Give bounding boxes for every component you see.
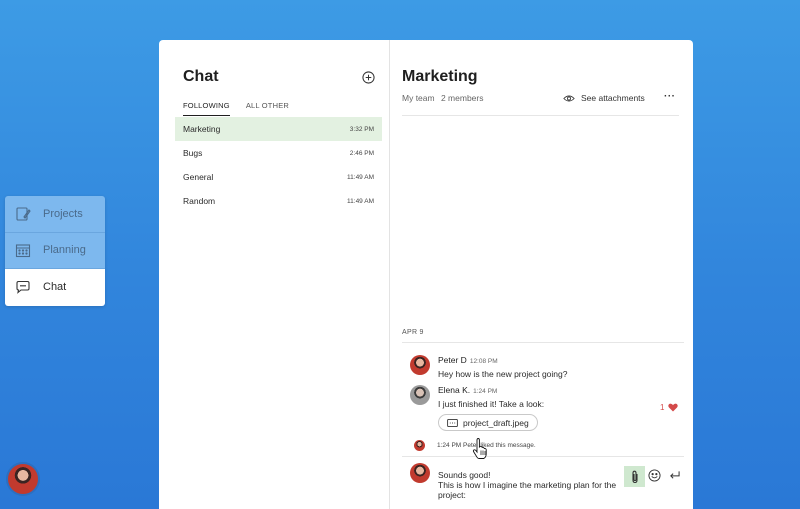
calendar-icon [15, 242, 31, 258]
conversation-meta: My team 2 members [402, 93, 487, 103]
channel-time: 2:46 PM [349, 149, 374, 157]
channel-tabs: FOLLOWING ALL OTHER [183, 101, 305, 116]
message-author: Peter D [438, 355, 467, 365]
divider [402, 456, 684, 457]
tab-all-other[interactable]: ALL OTHER [246, 101, 289, 116]
attach-file-button[interactable] [624, 466, 645, 487]
eye-icon [563, 95, 575, 101]
channel-time: 11:49 AM [347, 197, 374, 205]
avatar [414, 440, 425, 451]
compose-input[interactable]: Sounds good! This is how I imagine the m… [438, 470, 628, 500]
divider [402, 115, 679, 116]
chat-window: Chat FOLLOWING ALL OTHER Marketing 3:32 … [159, 40, 693, 509]
chat-bubble-icon [15, 279, 31, 295]
message-text: I just finished it! Take a look: [438, 399, 545, 409]
like-counter[interactable]: 1 [660, 403, 679, 412]
channel-item-marketing[interactable]: Marketing 3:32 PM [175, 117, 382, 141]
nav-label: Chat [43, 281, 67, 294]
image-file-icon [447, 418, 458, 427]
user-avatar[interactable] [6, 462, 40, 496]
conversation-pane: Marketing My team 2 members See attachme… [390, 40, 693, 509]
more-options-icon[interactable]: ··· [664, 91, 676, 102]
see-attachments-button[interactable]: See attachments [563, 93, 645, 103]
team-name[interactable]: My team [402, 93, 435, 103]
compose-line: This is how I imagine the marketing plan… [438, 480, 617, 500]
app-nav: Projects Planning Chat [5, 196, 105, 306]
message-author: Elena K. [438, 385, 471, 395]
compose-line: Sounds good! [438, 470, 491, 480]
avatar[interactable] [410, 385, 430, 405]
channel-item-bugs[interactable]: Bugs 2:46 PM [175, 141, 382, 165]
nav-label: Projects [43, 207, 83, 220]
like-count: 1 [660, 403, 665, 412]
channel-name: Marketing [183, 124, 221, 134]
nav-item-planning[interactable]: Planning [5, 232, 105, 269]
paperclip-icon [631, 470, 638, 483]
attachment-chip[interactable]: project_draft.jpeg [438, 414, 538, 431]
page-title: Chat [183, 68, 219, 85]
channel-item-random[interactable]: Random 11:49 AM [175, 189, 382, 213]
add-channel-icon[interactable] [362, 71, 375, 84]
date-separator: APR 9 [402, 329, 424, 336]
conversation-title: Marketing [402, 68, 478, 85]
emoji-icon[interactable] [648, 469, 661, 482]
send-enter-icon[interactable] [669, 470, 680, 480]
message-composer[interactable]: Sounds good! This is how I imagine the m… [410, 463, 628, 500]
channel-name: Bugs [183, 148, 203, 158]
channel-name: Random [183, 196, 216, 206]
nav-item-chat[interactable]: Chat [5, 269, 105, 306]
hand-cursor-icon [472, 438, 487, 459]
message-item: Elena K. 1:24 PM I just finished it! Take… [410, 385, 544, 432]
avatar [410, 463, 430, 483]
nav-item-projects[interactable]: Projects [5, 196, 105, 233]
message-time: 1:24 PM [473, 388, 498, 395]
tab-following[interactable]: FOLLOWING [183, 101, 230, 116]
member-count[interactable]: 2 members [441, 93, 484, 103]
channel-time: 3:32 PM [349, 125, 374, 133]
channel-list: Marketing 3:32 PM Bugs 2:46 PM General 1… [175, 117, 382, 213]
edit-icon [15, 206, 31, 222]
channel-name: General [183, 172, 214, 182]
divider [402, 342, 684, 343]
channel-time: 11:49 AM [347, 173, 374, 181]
message-text: Hey how is the new project going? [438, 369, 568, 379]
avatar[interactable] [410, 355, 430, 375]
see-attachments-label: See attachments [581, 93, 645, 103]
heart-icon [668, 403, 679, 412]
channel-item-general[interactable]: General 11:49 AM [175, 165, 382, 189]
message-time: 12:08 PM [469, 358, 498, 365]
nav-label: Planning [43, 244, 86, 257]
attachment-name: project_draft.jpeg [463, 417, 529, 428]
message-item: Peter D 12:08 PM Hey how is the new proje… [410, 355, 567, 379]
channel-pane: Chat FOLLOWING ALL OTHER Marketing 3:32 … [159, 40, 390, 509]
